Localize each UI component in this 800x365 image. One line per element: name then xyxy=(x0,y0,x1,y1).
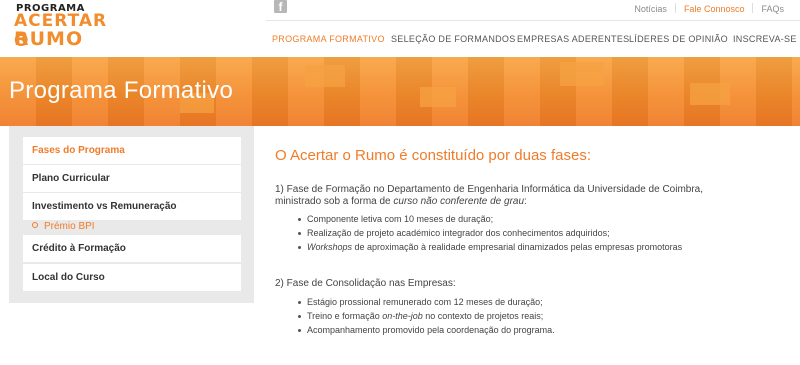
nav-inscreva-se[interactable]: INSCREVA-SE xyxy=(733,34,797,44)
list-item: Acompanhamento promovido pela coordenaçã… xyxy=(298,325,555,335)
banner-pattern-block xyxy=(420,87,456,107)
list-item: Componente letiva com 10 meses de duraçã… xyxy=(297,212,682,226)
sidebar-item-local[interactable]: Local do Curso xyxy=(23,264,241,291)
contact-link[interactable]: Fale Connosco xyxy=(684,4,745,14)
list-item-text: de aproximação à realidade empresarial d… xyxy=(352,242,683,252)
list-item: Realização de projeto académico integrad… xyxy=(297,226,682,240)
facebook-icon[interactable]: f xyxy=(274,0,287,14)
banner-pattern-block xyxy=(560,62,604,86)
banner-pattern-block xyxy=(305,65,345,87)
sidebar-subitem-label: Prémio BPI xyxy=(44,221,95,232)
nav-selecao-formandos[interactable]: SELEÇÃO DE FORMANDOS xyxy=(391,34,516,44)
faqs-link[interactable]: FAQs xyxy=(761,4,784,14)
site-logo[interactable]: PROGRAMA ACERTAR O RUMO xyxy=(14,3,106,51)
phase-1-line-2: ministrado sob a forma de curso não conf… xyxy=(275,196,703,208)
sidebar-item-plano-curricular[interactable]: Plano Curricular xyxy=(23,165,241,192)
content-heading: O Acertar o Rumo é constituído por duas … xyxy=(275,147,591,164)
top-links: Notícias Fale Connosco FAQs xyxy=(634,3,784,14)
list-item: Treino e formação on-the-job no contexto… xyxy=(298,309,555,323)
nav-empresas-aderentes[interactable]: EMPRESAS ADERENTES xyxy=(517,34,629,44)
nav-lideres-opiniao[interactable]: LÍDERES DE OPINIÃO xyxy=(629,34,728,44)
list-item-emphasis: on-the-job xyxy=(382,311,423,321)
nav-programa-formativo[interactable]: PROGRAMA FORMATIVO xyxy=(272,34,385,44)
list-item-emphasis: Workshops xyxy=(307,242,353,252)
phase-1-text-end: : xyxy=(524,196,527,207)
phase-1-text: ministrado sob a forma de xyxy=(275,196,394,207)
phase-1-list: Componente letiva com 10 meses de duraçã… xyxy=(297,212,683,254)
news-link[interactable]: Notícias xyxy=(634,4,667,14)
sidebar-item-fases[interactable]: Fases do Programa xyxy=(23,137,241,164)
list-item: Estágio prossional remunerado com 12 mes… xyxy=(298,295,555,309)
phase-2-list: Estágio prossional remunerado com 12 mes… xyxy=(298,295,555,337)
page-banner: Programa Formativo xyxy=(0,57,800,126)
list-item-text: Treino e formação xyxy=(307,311,383,321)
phase-2-title: 2) Fase de Consolidação nas Empresas: xyxy=(275,278,456,289)
sidebar-item-investimento[interactable]: Investimento vs Remuneração xyxy=(23,193,241,220)
sidebar: Fases do Programa Plano Curricular Inves… xyxy=(9,126,254,303)
list-item: Workshops de aproximação à realidade emp… xyxy=(297,240,683,254)
phase-1-emphasis: curso não conferente de grau xyxy=(393,196,525,207)
page-title: Programa Formativo xyxy=(9,77,234,104)
banner-pattern-block xyxy=(690,83,730,105)
header-divider xyxy=(266,20,800,21)
main-content: O Acertar o Rumo é constituído por duas … xyxy=(275,147,795,335)
sidebar-item-credito[interactable]: Crédito à Formação xyxy=(23,235,241,262)
sidebar-subitem-premio-bpi[interactable]: Prémio BPI xyxy=(32,221,95,232)
circle-bullet-icon xyxy=(32,222,38,228)
list-item-text-end: no contexto de projetos reais; xyxy=(422,311,544,321)
site-header: PROGRAMA ACERTAR O RUMO f Notícias Fale C… xyxy=(0,0,800,57)
logo-line-3: RUMO xyxy=(14,28,84,50)
phase-1-line-1: 1) Fase de Formação no Departamento de E… xyxy=(275,184,704,195)
divider xyxy=(674,3,676,13)
divider xyxy=(752,3,754,13)
phase-1-intro: 1) Fase de Formação no Departamento de E… xyxy=(275,184,703,208)
